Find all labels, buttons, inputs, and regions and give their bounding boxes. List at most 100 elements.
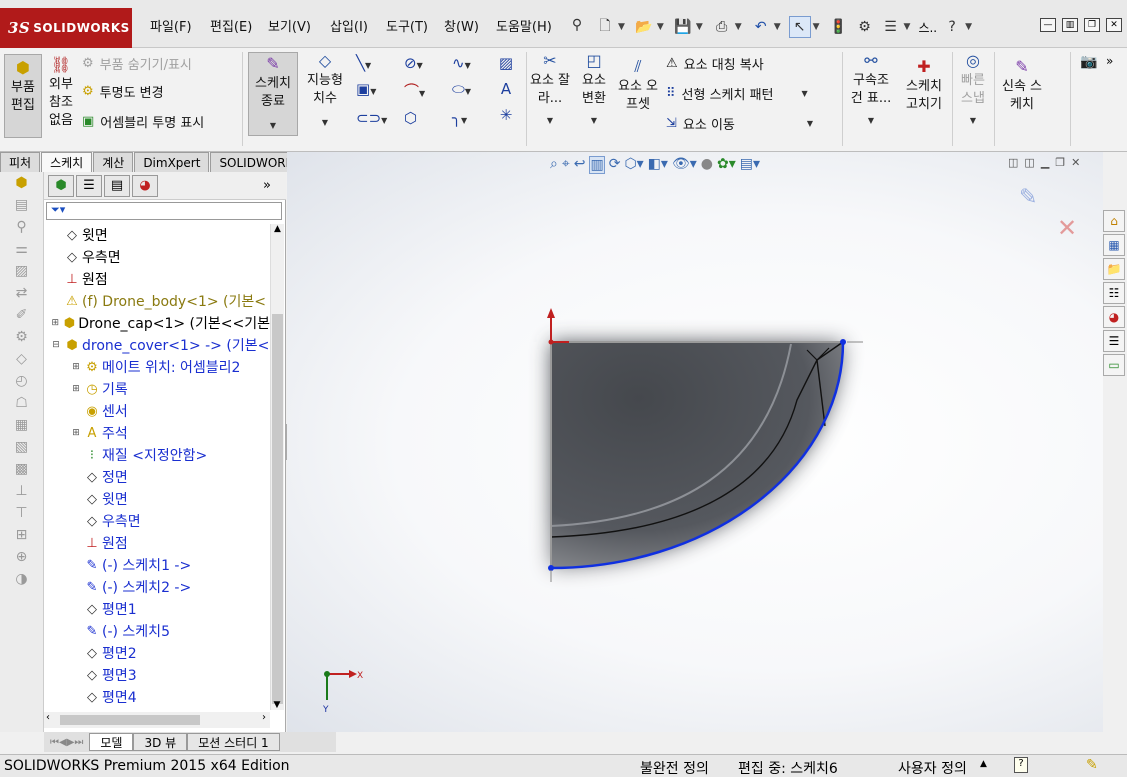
viewport-prev-icon[interactable]: ◫ (1008, 156, 1018, 169)
scroll-left-icon[interactable]: ‹ (46, 712, 50, 723)
units-dropdown-icon[interactable]: ▲ (980, 759, 987, 769)
tree-item[interactable]: ⊞ ◷ 기록 (44, 378, 270, 400)
move-component-icon[interactable]: ⇄ (0, 282, 43, 304)
reference-geometry-icon[interactable]: ◇ (0, 348, 43, 370)
change-transparency-button[interactable]: ⚙ 투명도 변경 (82, 82, 164, 101)
convert-entities-button[interactable]: ◰ 요소 변환 ▼ (576, 52, 612, 130)
tree-item[interactable]: ✎ (-) 스케치2 -> (44, 576, 270, 598)
tree-item[interactable]: ◇ 우측면 (44, 510, 270, 532)
restore-button[interactable]: ❐ (1084, 18, 1100, 32)
bom-icon[interactable]: ☖ (0, 392, 43, 414)
tab-3d-view[interactable]: 3D 뷰 (133, 733, 188, 751)
quick-snaps-button[interactable]: ◎ 빠른 스냅 ▼ (956, 52, 990, 130)
tree-item[interactable]: ✎ (-) 스케치5 (44, 620, 270, 642)
exit-sketch-button[interactable]: ✎ 스케치 종료 ▼ (248, 52, 298, 136)
polygon-tool[interactable]: ⬡ (404, 109, 452, 127)
display-style-icon[interactable]: ◧▾ (648, 156, 668, 174)
camera-icon[interactable]: 📷 (1080, 54, 1097, 70)
text-tool-icon[interactable]: A (496, 80, 516, 98)
zoom-to-fit-icon[interactable]: ⌕ (550, 156, 558, 174)
external-refs-button[interactable]: ⛓ 외부 참조 없음 (44, 56, 78, 130)
viewport-restore-icon[interactable]: ❐ (1055, 156, 1065, 169)
tree-item[interactable]: ◇ 우측면 (44, 246, 270, 268)
rebuild-icon[interactable]: ✎ (1086, 757, 1098, 773)
bottom-tab-nav-icons[interactable]: ⏮◀▶⏭ (50, 737, 83, 748)
exit-sketch-corner-icon[interactable]: ✎ (1019, 185, 1037, 210)
menu-file[interactable]: 파일(F) (150, 16, 192, 35)
arc-tool[interactable]: ⌒▼ (404, 80, 452, 101)
tree-horizontal-scrollbar[interactable]: ‹ › (44, 712, 270, 728)
tree-item[interactable]: ✎ (-) 스케치1 -> (44, 554, 270, 576)
mirror-entities-button[interactable]: ⚠ 요소 대칭 복사 (666, 54, 764, 73)
zoom-area-icon[interactable]: ⌖ (562, 156, 570, 174)
measure-icon[interactable]: ⊤ (0, 502, 43, 524)
ellipse-tool[interactable]: ⬭▼ (452, 80, 500, 101)
tree-item[interactable]: ⊥ 원점 (44, 532, 270, 554)
menu-window[interactable]: 창(W) (444, 16, 479, 35)
linear-pattern-button[interactable]: ⠿ 선형 스케치 패턴 ▼ (666, 84, 808, 103)
view-palette-icon[interactable]: ☷ (1103, 282, 1125, 304)
scroll-down-icon[interactable]: ▼ (271, 700, 283, 710)
line-tool[interactable]: ╲▼ (356, 54, 404, 72)
tree-expander[interactable]: ⊞ (70, 362, 82, 372)
solidworks-logo[interactable]: 3S SOLIDWORKS (0, 8, 132, 48)
previous-view-icon[interactable]: ↩ (574, 156, 586, 174)
select-cursor-icon[interactable]: ↖ (788, 16, 811, 38)
design-library-icon[interactable]: ▦ (1103, 234, 1125, 256)
tree-expander[interactable]: ⊞ (70, 384, 82, 394)
rapid-sketch-button[interactable]: ✎ 신속 스케치 (998, 58, 1046, 114)
clearance-icon[interactable]: ▩ (0, 458, 43, 480)
move-entities-button[interactable]: ⇲ 요소 이동 ▼ (666, 114, 813, 133)
mass-properties-icon[interactable]: ⊞ (0, 524, 43, 546)
expand-tabs-icon[interactable]: » (254, 175, 280, 197)
minimize-button[interactable]: — (1040, 18, 1056, 32)
tab-dimxpert[interactable]: DimXpert (134, 152, 210, 172)
menu-view[interactable]: 보기(V) (268, 16, 311, 35)
menu-tools[interactable]: 도구(T) (386, 16, 428, 35)
ribbon-overflow-icon[interactable]: » (1106, 54, 1113, 68)
instant3d-icon[interactable]: ⊕ (0, 546, 43, 568)
pin-icon[interactable]: ⚲ (566, 14, 588, 36)
menu-insert[interactable]: 삽입(I) (330, 16, 368, 35)
tree-item[interactable]: ⊞ A 주석 (44, 422, 270, 444)
tab-motion-study[interactable]: 모션 스터디 1 (187, 733, 280, 751)
arc-endpoint-top[interactable] (840, 339, 846, 345)
apply-scene-icon[interactable]: ✿▾ (717, 156, 736, 174)
tab-model[interactable]: 모델 (89, 733, 134, 751)
close-button[interactable]: ✕ (1106, 18, 1122, 32)
interference-icon[interactable]: ▧ (0, 436, 43, 458)
tree-item[interactable]: ◇ 윗면 (44, 224, 270, 246)
tree-item[interactable]: ◇ 평면1 (44, 598, 270, 620)
hole-alignment-icon[interactable]: ⊥ (0, 480, 43, 502)
display-manager-tab-icon[interactable]: ◕ (132, 174, 158, 197)
tree-item[interactable]: ⚠ (f) Drone_body<1> (기본< (44, 290, 270, 312)
help-button[interactable]: ? (941, 16, 963, 38)
hscroll-thumb[interactable] (60, 715, 200, 725)
tree-expander[interactable]: ⊟ (50, 340, 62, 350)
new-motion-icon[interactable]: ◴ (0, 370, 43, 392)
display-relations-button[interactable]: ⚯ 구속조건 표... ▼ (848, 52, 894, 130)
spline-tool[interactable]: ∿▼ (452, 54, 500, 72)
tab-features[interactable]: 피처 (0, 152, 41, 172)
scroll-up-icon[interactable]: ▲ (271, 224, 284, 234)
menu-help[interactable]: 도움말(H) (496, 16, 552, 35)
tree-expander[interactable]: ⊞ (70, 428, 82, 438)
solidworks-resources-icon[interactable]: ⌂ (1103, 210, 1125, 232)
tree-item[interactable]: ◇ 평면3 (44, 664, 270, 686)
smart-fasteners-icon[interactable]: ▨ (0, 260, 43, 282)
edit-appearance-icon[interactable]: ● (701, 156, 713, 174)
viewport-next-icon[interactable]: ◫ (1024, 156, 1034, 169)
scroll-right-icon[interactable]: › (262, 712, 266, 723)
tree-item[interactable]: ◇ 정면 (44, 466, 270, 488)
circle-tool[interactable]: ⊘▼ (404, 54, 452, 72)
show-hidden-icon[interactable]: ✐ (0, 304, 43, 326)
configuration-manager-tab-icon[interactable]: ▤ (104, 174, 130, 197)
tree-item[interactable]: ◉ 센서 (44, 400, 270, 422)
units-status[interactable]: 사용자 정의 (898, 758, 967, 777)
file-properties-icon[interactable]: ☰ (880, 16, 902, 38)
property-manager-tab-icon[interactable]: ☰ (76, 174, 102, 197)
edit-part-button[interactable]: ⬢ 부품 편집 (4, 54, 42, 138)
tree-filter[interactable]: ⏷▾ (46, 202, 282, 220)
dynamic-annotation-icon[interactable]: ⟳ (609, 156, 621, 174)
component-icon[interactable]: ⬢ (0, 172, 43, 194)
